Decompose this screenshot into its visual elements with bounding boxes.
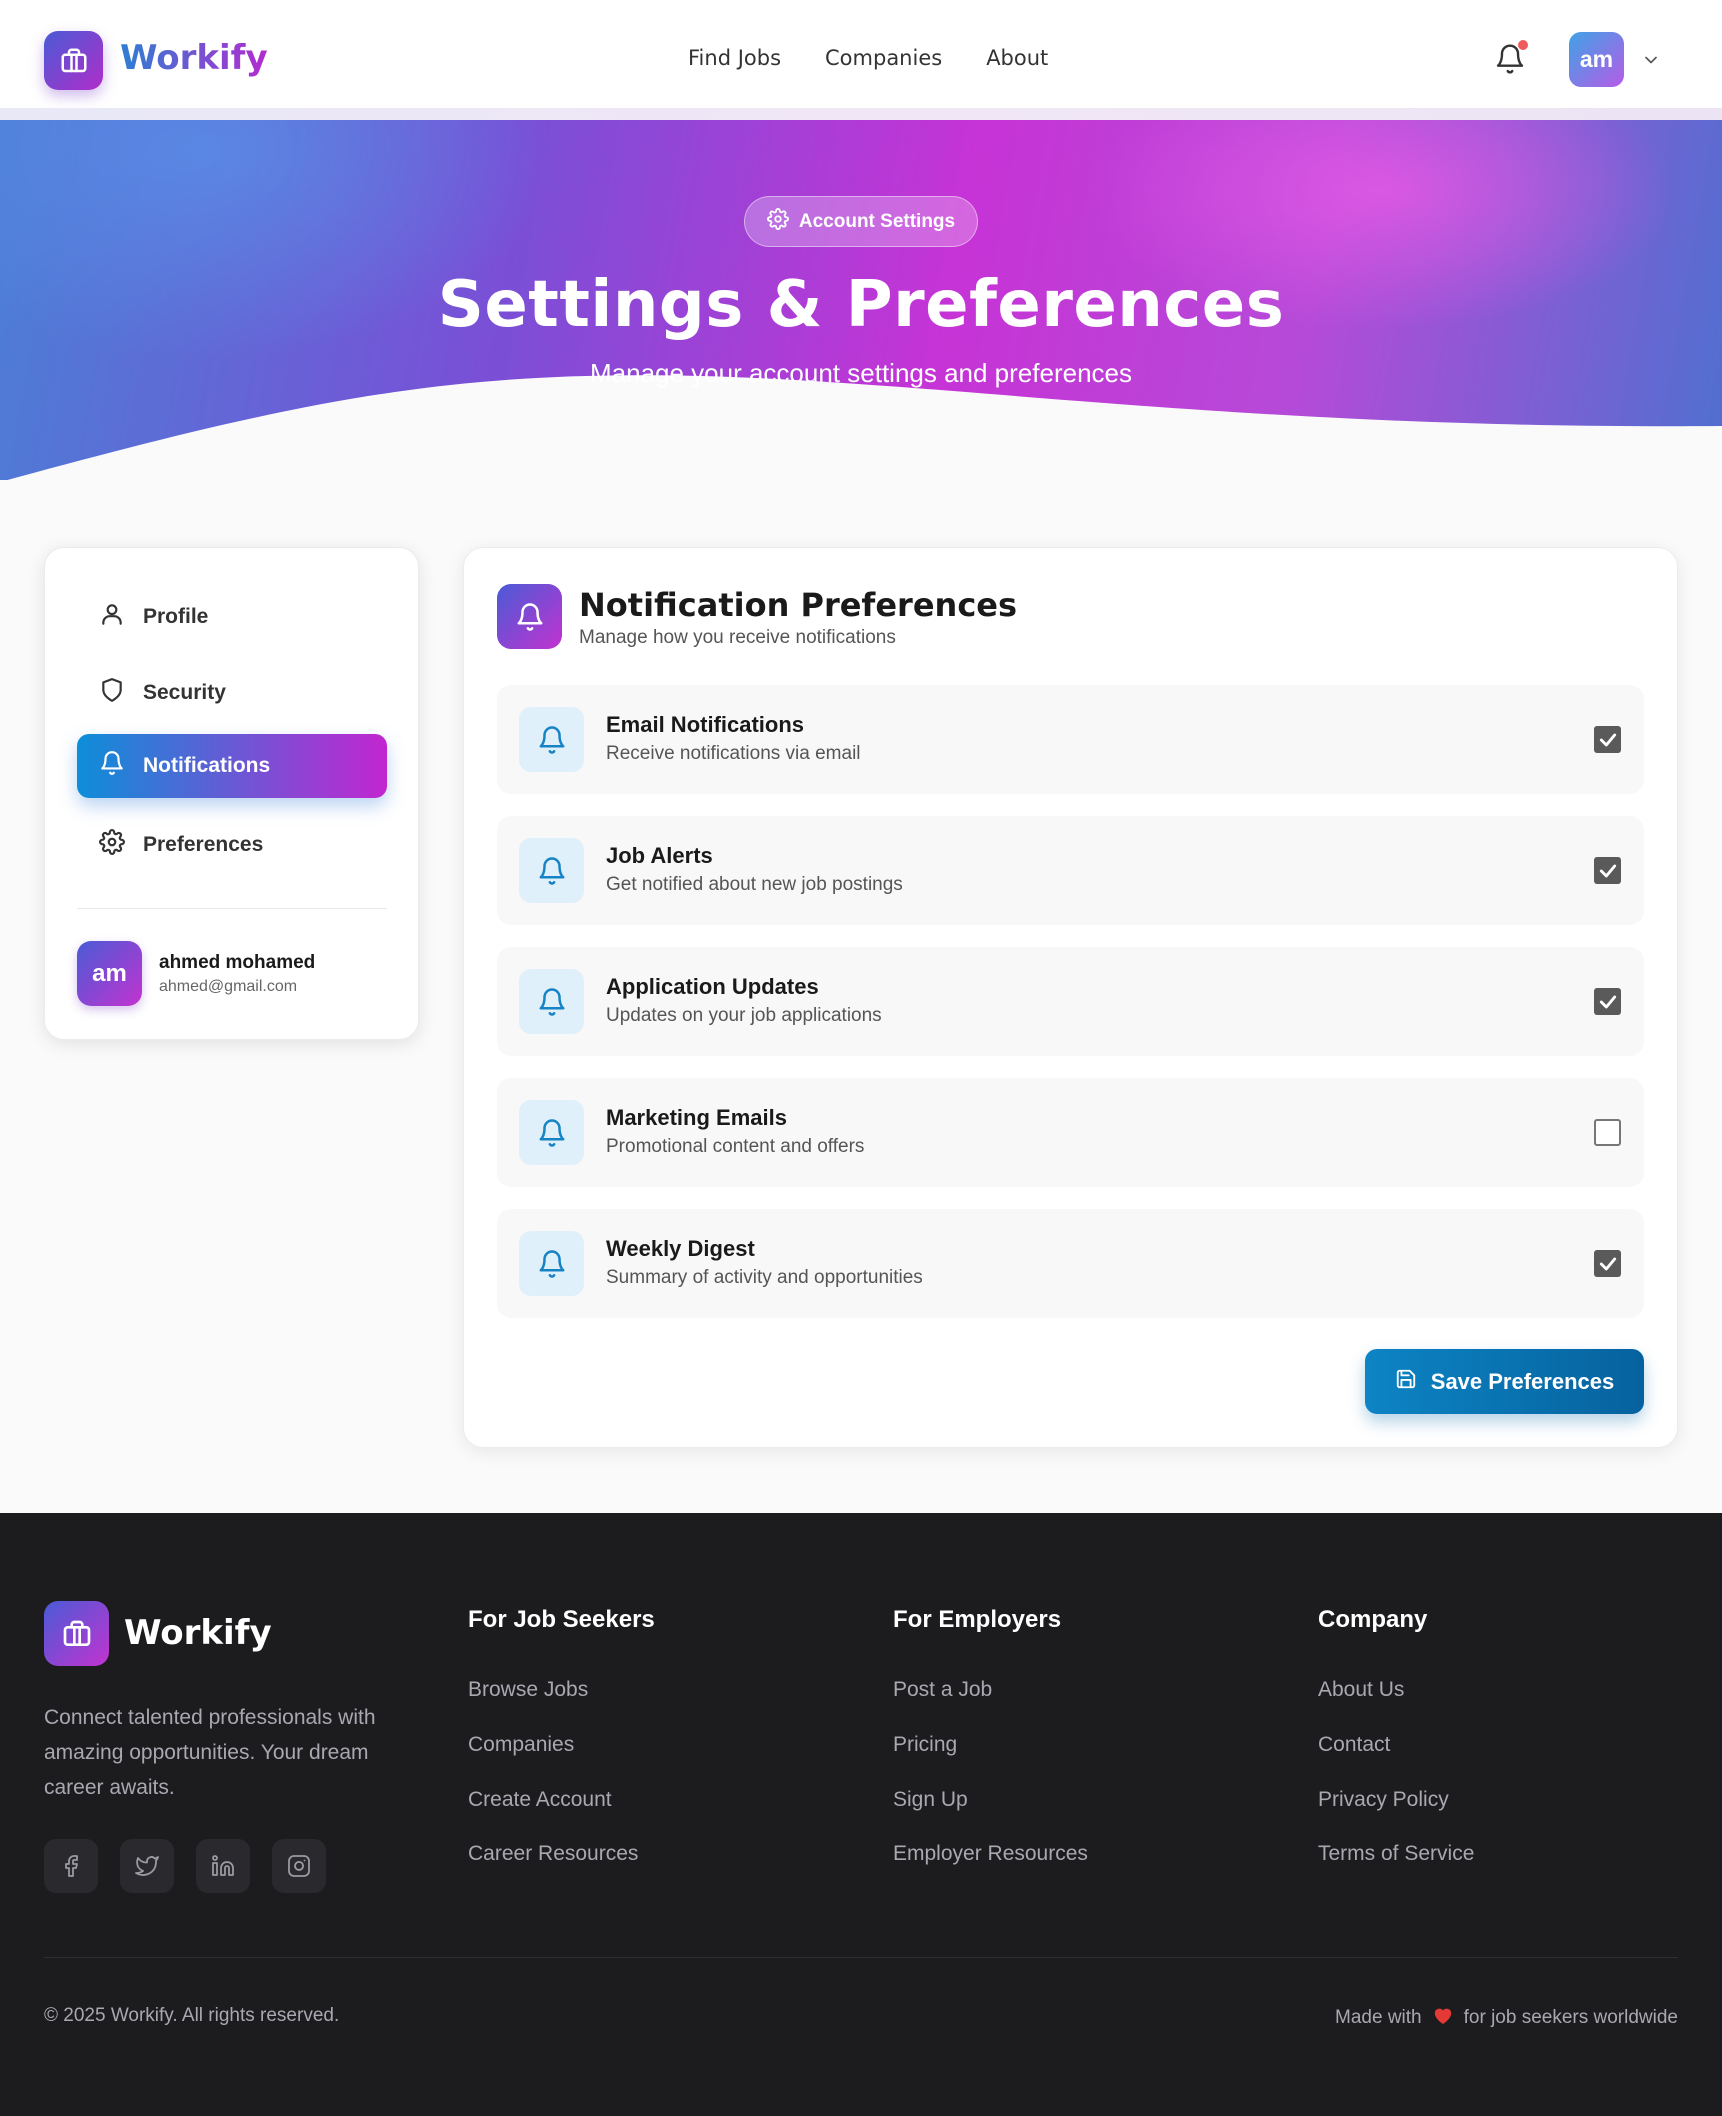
account-settings-pill: Account Settings bbox=[744, 196, 978, 247]
made-with-love: Made with for job seekers worldwide bbox=[1335, 2005, 1678, 2031]
bell-icon bbox=[519, 1231, 584, 1296]
footer-link-employer-resources[interactable]: Employer Resources bbox=[893, 1842, 1088, 1866]
item-title: Weekly Digest bbox=[606, 1236, 755, 1261]
unread-dot bbox=[1518, 40, 1528, 50]
footer-column-title: For Job Seekers bbox=[468, 1606, 655, 1633]
brand-name[interactable]: Workify bbox=[120, 38, 268, 78]
user-email: ahmed@gmail.com bbox=[159, 978, 298, 995]
shield-icon bbox=[99, 677, 125, 709]
sidebar-item-profile[interactable]: Profile bbox=[77, 585, 387, 649]
bell-icon bbox=[497, 584, 562, 649]
top-navbar: Workify Find Jobs Companies About am bbox=[0, 0, 1722, 108]
marketing-emails-checkbox[interactable] bbox=[1594, 1119, 1621, 1146]
footer-link-about-us[interactable]: About Us bbox=[1318, 1678, 1404, 1702]
footer: Workify Connect talented professionals w… bbox=[0, 1513, 1722, 2116]
page-title: Settings & Preferences bbox=[437, 268, 1285, 342]
gear-icon bbox=[99, 829, 125, 861]
footer-link-create-account[interactable]: Create Account bbox=[468, 1788, 612, 1812]
item-description: Receive notifications via email bbox=[606, 743, 861, 764]
sidebar-item-label: Security bbox=[143, 681, 226, 704]
bell-icon bbox=[519, 1100, 584, 1165]
nav-links: Find Jobs Companies About bbox=[688, 46, 1048, 70]
made-with-prefix: Made with bbox=[1335, 2007, 1422, 2028]
save-icon bbox=[1395, 1368, 1417, 1396]
save-preferences-button[interactable]: Save Preferences bbox=[1365, 1349, 1644, 1414]
footer-link-terms-of-service[interactable]: Terms of Service bbox=[1318, 1842, 1474, 1866]
application-updates-checkbox[interactable] bbox=[1594, 988, 1621, 1015]
list-item: Email Notifications Receive notification… bbox=[497, 685, 1644, 794]
footer-link-privacy-policy[interactable]: Privacy Policy bbox=[1318, 1788, 1449, 1812]
user-icon bbox=[99, 601, 125, 633]
list-item: Marketing Emails Promotional content and… bbox=[497, 1078, 1644, 1187]
job-alerts-checkbox[interactable] bbox=[1594, 857, 1621, 884]
pill-label: Account Settings bbox=[798, 210, 956, 232]
copyright: © 2025 Workify. All rights reserved. bbox=[44, 2005, 340, 2026]
section-subtitle: Manage how you receive notifications bbox=[579, 627, 896, 648]
footer-column-title: Company bbox=[1318, 1606, 1428, 1633]
item-title: Application Updates bbox=[606, 974, 819, 999]
bell-icon bbox=[519, 707, 584, 772]
footer-link-contact[interactable]: Contact bbox=[1318, 1733, 1390, 1757]
twitter-icon[interactable] bbox=[120, 1839, 174, 1893]
footer-link-browse-jobs[interactable]: Browse Jobs bbox=[468, 1678, 588, 1702]
list-item: Weekly Digest Summary of activity and op… bbox=[497, 1209, 1644, 1318]
sidebar-item-label: Notifications bbox=[143, 754, 271, 777]
sidebar-item-label: Profile bbox=[143, 605, 209, 628]
footer-link-sign-up[interactable]: Sign Up bbox=[893, 1788, 968, 1812]
email-notifications-checkbox[interactable] bbox=[1594, 726, 1621, 753]
logo-briefcase-icon[interactable] bbox=[44, 31, 103, 90]
notification-preferences-card: Notification Preferences Manage how you … bbox=[463, 547, 1678, 1448]
nav-link-companies[interactable]: Companies bbox=[825, 46, 942, 70]
save-button-label: Save Preferences bbox=[1430, 1368, 1615, 1394]
item-description: Get notified about new job postings bbox=[606, 874, 903, 895]
item-title: Job Alerts bbox=[606, 843, 713, 868]
made-with-suffix: for job seekers worldwide bbox=[1463, 2007, 1678, 2028]
sidebar-item-label: Preferences bbox=[143, 833, 264, 856]
sidebar-item-notifications[interactable]: Notifications bbox=[77, 734, 387, 798]
footer-description: Connect talented professionals with amaz… bbox=[44, 1706, 376, 1799]
footer-divider bbox=[44, 1957, 1678, 1958]
avatar: am bbox=[77, 941, 142, 1006]
bell-icon bbox=[519, 969, 584, 1034]
page-subtitle: Manage your account settings and prefere… bbox=[589, 358, 1132, 388]
settings-sidebar: Profile Security Notifications Preferenc… bbox=[44, 547, 419, 1040]
user-avatar[interactable]: am bbox=[1569, 32, 1624, 87]
linkedin-icon[interactable] bbox=[196, 1839, 250, 1893]
instagram-icon[interactable] bbox=[272, 1839, 326, 1893]
gear-icon bbox=[766, 207, 789, 236]
bell-icon bbox=[99, 750, 125, 782]
heart-icon bbox=[1432, 2005, 1454, 2031]
weekly-digest-checkbox[interactable] bbox=[1594, 1250, 1621, 1277]
item-description: Promotional content and offers bbox=[606, 1136, 865, 1157]
bell-icon bbox=[519, 838, 584, 903]
item-description: Updates on your job applications bbox=[606, 1005, 882, 1026]
nav-link-find-jobs[interactable]: Find Jobs bbox=[688, 46, 781, 70]
item-title: Email Notifications bbox=[606, 712, 805, 737]
sidebar-item-security[interactable]: Security bbox=[77, 661, 387, 725]
sidebar-divider bbox=[77, 908, 387, 909]
user-name: ahmed mohamed bbox=[159, 952, 316, 973]
footer-logo-briefcase-icon[interactable] bbox=[44, 1601, 109, 1666]
facebook-icon[interactable] bbox=[44, 1839, 98, 1893]
footer-link-companies[interactable]: Companies bbox=[468, 1733, 574, 1757]
footer-link-pricing[interactable]: Pricing bbox=[893, 1733, 957, 1757]
item-title: Marketing Emails bbox=[606, 1105, 787, 1130]
footer-link-post-a-job[interactable]: Post a Job bbox=[893, 1678, 992, 1702]
sidebar-item-preferences[interactable]: Preferences bbox=[77, 813, 387, 877]
chevron-down-icon[interactable] bbox=[1641, 50, 1661, 70]
list-item: Job Alerts Get notified about new job po… bbox=[497, 816, 1644, 925]
section-title: Notification Preferences bbox=[579, 586, 1018, 624]
footer-link-career-resources[interactable]: Career Resources bbox=[468, 1842, 638, 1866]
item-description: Summary of activity and opportunities bbox=[606, 1267, 923, 1288]
nav-link-about[interactable]: About bbox=[986, 46, 1048, 70]
nav-divider bbox=[0, 108, 1722, 120]
footer-column-title: For Employers bbox=[893, 1606, 1062, 1633]
list-item: Application Updates Updates on your job … bbox=[497, 947, 1644, 1056]
footer-brand-name[interactable]: Workify bbox=[124, 1613, 272, 1653]
